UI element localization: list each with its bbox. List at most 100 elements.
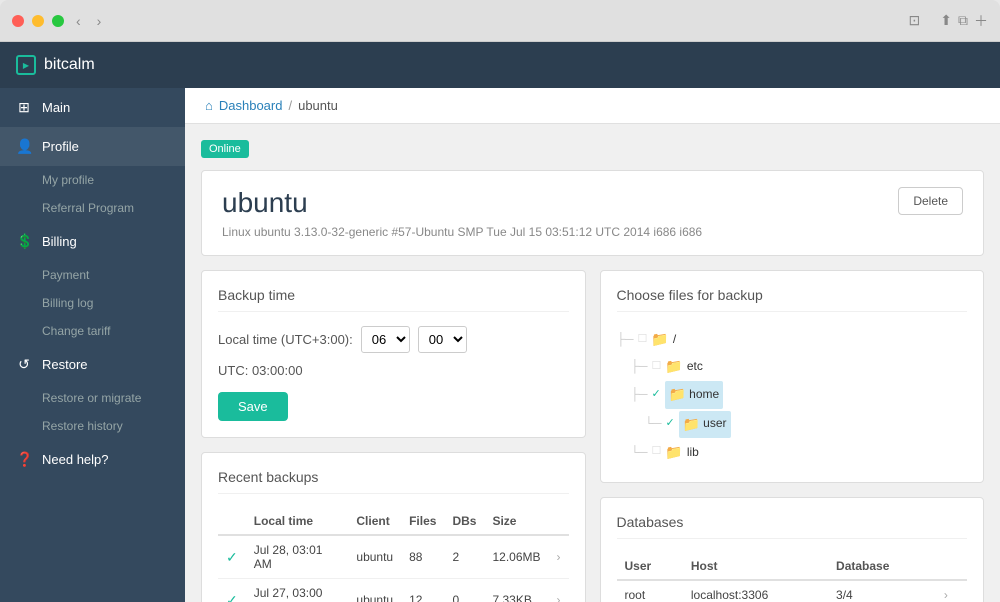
col-action <box>549 508 569 535</box>
db-col-user: User <box>617 553 683 580</box>
row-arrow[interactable]: › <box>549 579 569 602</box>
breadcrumb: ⌂ Dashboard / ubuntu <box>185 88 1000 124</box>
backup-time-form: Local time (UTC+3:00): 06 00 <box>218 326 569 353</box>
row-arrow[interactable]: › <box>549 535 569 579</box>
db-col-action <box>936 553 967 580</box>
sidebar-item-help[interactable]: ❓ Need help? <box>0 440 185 479</box>
local-time-label: Local time (UTC+3:00): <box>218 332 353 347</box>
row-dbs: 0 <box>444 579 484 602</box>
restore-submenu: Restore or migrate Restore history <box>0 384 185 440</box>
folder-icon-etc: 📁 <box>665 354 682 379</box>
content-area: ⌂ Dashboard / ubuntu Online ubuntu Linux… <box>185 88 1000 602</box>
tree-line-lib: └─ <box>631 442 648 464</box>
table-row: ✓ Jul 28, 03:01 AM ubuntu 88 2 12.06MB › <box>218 535 569 579</box>
logo-icon <box>16 55 36 75</box>
col-status <box>218 508 246 535</box>
databases-title: Databases <box>617 514 968 539</box>
add-tab-button[interactable]: ＋ <box>974 11 988 31</box>
db-col-host: Host <box>683 553 828 580</box>
col-dbs: DBs <box>444 508 484 535</box>
tree-line-etc: ├─ <box>631 356 648 378</box>
minimize-button[interactable] <box>32 15 44 27</box>
logo-text: bitcalm <box>44 56 95 74</box>
minute-select[interactable]: 00 <box>418 326 467 353</box>
sidebar-item-payment[interactable]: Payment <box>0 261 185 289</box>
maximize-button[interactable] <box>52 15 64 27</box>
row-size: 12.06MB <box>484 535 548 579</box>
server-name: ubuntu <box>222 187 702 219</box>
layout-button[interactable]: ⊡ <box>905 10 925 31</box>
tree-label-root: / <box>673 329 676 351</box>
sidebar-profile-label: Profile <box>42 139 79 154</box>
close-button[interactable] <box>12 15 24 27</box>
breadcrumb-home-icon[interactable]: ⌂ <box>205 98 213 113</box>
share-button[interactable]: ⬆ <box>940 11 952 31</box>
sidebar-item-referral[interactable]: Referral Program <box>0 194 185 222</box>
tree-node-user: └─ ✓ 📁 user <box>645 410 968 439</box>
row-local-time: Jul 27, 03:00 AM <box>246 579 349 602</box>
folder-icon-home: 📁 <box>669 382 686 407</box>
checkbox-lib[interactable]: ☐ <box>652 442 662 462</box>
db-row-host: localhost:3306 <box>683 580 828 602</box>
main-layout: ⊞ Main 👤 Profile My profile Referral Pro… <box>0 88 1000 602</box>
save-button[interactable]: Save <box>218 392 288 421</box>
databases-table: User Host Database root localhost:3306 3… <box>617 553 968 602</box>
delete-button[interactable]: Delete <box>898 187 963 215</box>
profile-icon: 👤 <box>16 138 32 155</box>
tree-line-home: ├─ <box>631 384 648 406</box>
two-column-layout: Backup time Local time (UTC+3:00): 06 00 <box>201 270 984 602</box>
restore-icon: ↺ <box>16 356 32 373</box>
checkbox-root[interactable]: ☐ <box>638 330 648 350</box>
left-column: Backup time Local time (UTC+3:00): 06 00 <box>201 270 586 602</box>
breadcrumb-separator: / <box>288 98 292 113</box>
row-files: 88 <box>401 535 444 579</box>
status-badge: Online <box>201 140 249 158</box>
recent-backups-title: Recent backups <box>218 469 569 494</box>
checkbox-home[interactable]: ✓ <box>652 385 661 405</box>
page-content: Online ubuntu Linux ubuntu 3.13.0-32-gen… <box>185 124 1000 602</box>
billing-icon: 💲 <box>16 233 32 250</box>
file-tree: ├─ ☐ 📁 / ├─ ☐ 📁 etc <box>617 326 968 466</box>
sidebar: ⊞ Main 👤 Profile My profile Referral Pro… <box>0 88 185 602</box>
copy-button[interactable]: ⧉ <box>958 11 968 31</box>
folder-icon-user: 📁 <box>683 412 700 437</box>
recent-backups-card: Recent backups Local time Client Files D… <box>201 452 586 602</box>
billing-submenu: Payment Billing log Change tariff <box>0 261 185 345</box>
row-status: ✓ <box>218 579 246 602</box>
sidebar-item-restore-history[interactable]: Restore history <box>0 412 185 440</box>
window-chrome: ‹ › ⊡ ⬆ ⧉ ＋ <box>0 0 1000 42</box>
tree-node-home: ├─ ✓ 📁 home <box>631 380 968 409</box>
sidebar-item-change-tariff[interactable]: Change tariff <box>0 317 185 345</box>
row-client: ubuntu <box>348 535 401 579</box>
sidebar-billing-label: Billing <box>42 234 77 249</box>
db-row-arrow[interactable]: › <box>936 580 967 602</box>
col-size: Size <box>484 508 548 535</box>
utc-time: 03:00:00 <box>252 363 303 378</box>
sidebar-item-restore-migrate[interactable]: Restore or migrate <box>0 384 185 412</box>
sidebar-item-my-profile[interactable]: My profile <box>0 166 185 194</box>
sidebar-item-billing-log[interactable]: Billing log <box>0 289 185 317</box>
top-nav: bitcalm <box>0 42 1000 88</box>
breadcrumb-home-link[interactable]: Dashboard <box>219 98 283 113</box>
sidebar-restore-label: Restore <box>42 357 88 372</box>
db-row-user: root <box>617 580 683 602</box>
checkbox-user[interactable]: ✓ <box>666 414 675 434</box>
tree-node-lib: └─ ☐ 📁 lib <box>631 439 968 466</box>
sidebar-item-profile[interactable]: 👤 Profile <box>0 127 185 166</box>
row-status: ✓ <box>218 535 246 579</box>
sidebar-item-main[interactable]: ⊞ Main <box>0 88 185 127</box>
back-button[interactable]: ‹ <box>72 11 85 31</box>
table-row: ✓ Jul 27, 03:00 AM ubuntu 12 0 7.33KB › <box>218 579 569 602</box>
right-column: Choose files for backup ├─ ☐ 📁 / <box>600 270 985 602</box>
tree-label-etc: etc <box>687 356 703 378</box>
forward-button[interactable]: › <box>93 11 106 31</box>
tree-label-user: user <box>703 413 726 435</box>
sidebar-item-billing[interactable]: 💲 Billing <box>0 222 185 261</box>
hour-select[interactable]: 06 <box>361 326 410 353</box>
file-tree-card: Choose files for backup ├─ ☐ 📁 / <box>600 270 985 483</box>
sidebar-item-restore[interactable]: ↺ Restore <box>0 345 185 384</box>
help-icon: ❓ <box>16 451 32 468</box>
checkbox-etc[interactable]: ☐ <box>652 357 662 377</box>
profile-submenu: My profile Referral Program <box>0 166 185 222</box>
row-client: ubuntu <box>348 579 401 602</box>
